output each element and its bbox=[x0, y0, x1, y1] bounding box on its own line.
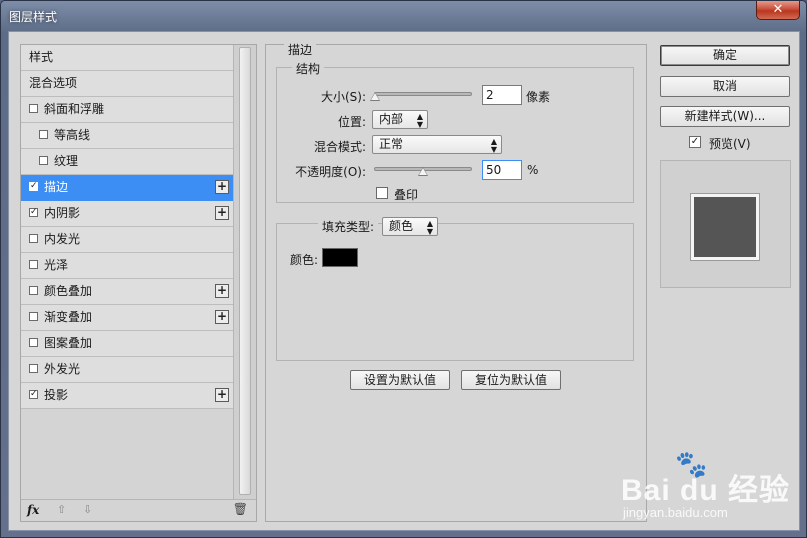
preview-thumbnail bbox=[691, 194, 759, 260]
style-item[interactable]: 混合选项 bbox=[21, 71, 233, 97]
style-item-checkbox[interactable] bbox=[29, 338, 38, 347]
styles-panel: 样式混合选项斜面和浮雕等高线纹理 ✓ 描边 + ✓ 内阴影 + 内发光光泽颜色叠加 + 渐变叠加 +… bbox=[20, 44, 257, 522]
title-bar[interactable]: 图层样式 ✕ bbox=[1, 1, 806, 33]
fill-type-label: 填充类型: bbox=[318, 218, 379, 235]
position-value: 内部 bbox=[379, 112, 404, 126]
style-item-checkbox[interactable] bbox=[29, 312, 38, 321]
style-item-label: 样式 bbox=[29, 50, 54, 64]
style-item[interactable]: 图案叠加 bbox=[21, 331, 233, 357]
style-item-checkbox[interactable] bbox=[29, 364, 38, 373]
style-item-label: 颜色叠加 bbox=[44, 284, 93, 298]
style-item-checkbox[interactable] bbox=[29, 104, 38, 113]
style-item-checkbox[interactable] bbox=[29, 234, 38, 243]
size-slider[interactable] bbox=[374, 92, 472, 96]
opacity-input[interactable]: 50 bbox=[482, 160, 522, 180]
preview-label: 预览(V) bbox=[709, 137, 751, 151]
size-unit: 像素 bbox=[526, 90, 551, 104]
blend-mode-select[interactable]: 正常 ▲ ▼ bbox=[372, 135, 502, 154]
style-item-label: 外发光 bbox=[44, 362, 81, 376]
fx-menu-button[interactable]: fx bbox=[27, 503, 39, 517]
add-effect-icon[interactable]: + bbox=[215, 206, 229, 220]
add-effect-icon[interactable]: + bbox=[215, 180, 229, 194]
style-item-checkbox[interactable] bbox=[29, 286, 38, 295]
style-item-checkbox[interactable]: ✓ bbox=[29, 182, 38, 191]
add-effect-icon[interactable]: + bbox=[215, 388, 229, 402]
styles-footer: fx ⇧ ⇩ 🗑 bbox=[21, 499, 256, 521]
preview-checkbox[interactable]: ✓ bbox=[689, 136, 701, 148]
fill-type-value: 颜色 bbox=[389, 219, 414, 233]
style-item[interactable]: 斜面和浮雕 bbox=[21, 97, 233, 123]
stroke-settings-panel: 描边 结构 大小(S): 2 像素 位置: 内部 ▲ ▼ 混合模式: 正常 ▲ ▼ … bbox=[265, 41, 647, 522]
opacity-slider-thumb[interactable] bbox=[418, 167, 428, 176]
ok-button[interactable]: 确定 bbox=[660, 45, 790, 66]
move-down-icon[interactable]: ⇩ bbox=[83, 503, 92, 516]
reset-default-button[interactable]: 复位为默认值 bbox=[461, 370, 561, 390]
opacity-unit: % bbox=[527, 163, 539, 177]
position-label: 位置: bbox=[337, 115, 366, 129]
close-button[interactable]: ✕ bbox=[756, 1, 800, 20]
layer-style-dialog: 图层样式 ✕ 样式 混合选项 斜面和浮雕 等高线 纹理 ✓ 描边 + ✓ 内阴影 + 内发光 光泽 颜色叠… bbox=[0, 0, 807, 538]
style-item-checkbox[interactable] bbox=[39, 156, 48, 165]
stroke-color-swatch[interactable] bbox=[322, 248, 358, 267]
watermark-url: jingyan.baidu.com bbox=[623, 505, 728, 520]
size-input[interactable]: 2 bbox=[482, 85, 522, 105]
position-select[interactable]: 内部 ▲ ▼ bbox=[372, 110, 428, 129]
size-label: 大小(S): bbox=[320, 90, 366, 104]
style-item[interactable]: 外发光 bbox=[21, 357, 233, 383]
style-list-scrollbar[interactable] bbox=[233, 45, 256, 500]
style-item[interactable]: 样式 bbox=[21, 45, 233, 71]
style-item[interactable]: ✓ 投影 + bbox=[21, 383, 233, 409]
style-item-label: 纹理 bbox=[54, 154, 79, 168]
style-item-label: 混合选项 bbox=[29, 76, 78, 90]
style-item-label: 内发光 bbox=[44, 232, 81, 246]
fill-group bbox=[276, 223, 634, 361]
style-item-label: 投影 bbox=[44, 388, 69, 402]
new-style-button[interactable]: 新建样式(W)... bbox=[660, 106, 790, 127]
style-item[interactable]: 颜色叠加 + bbox=[21, 279, 233, 305]
size-slider-thumb[interactable] bbox=[369, 92, 380, 101]
fill-type-select[interactable]: 颜色 ▲ ▼ bbox=[382, 217, 438, 236]
style-item-label: 内阴影 bbox=[44, 206, 81, 220]
style-item-checkbox[interactable] bbox=[39, 130, 48, 139]
style-item-label: 图案叠加 bbox=[44, 336, 93, 350]
style-item-checkbox[interactable] bbox=[29, 260, 38, 269]
blend-mode-value: 正常 bbox=[379, 137, 404, 151]
style-item[interactable]: ✓ 描边 + bbox=[21, 175, 233, 201]
style-item[interactable]: 内发光 bbox=[21, 227, 233, 253]
style-list: 样式混合选项斜面和浮雕等高线纹理 ✓ 描边 + ✓ 内阴影 + 内发光光泽颜色叠加 + 渐变叠加 +… bbox=[21, 45, 233, 409]
overprint-checkbox[interactable] bbox=[376, 187, 388, 199]
updown-icon: ▲ ▼ bbox=[416, 112, 423, 129]
baidu-jingyan-watermark: 🐾 Bai du 经验 jingyan.baidu.com bbox=[613, 449, 803, 529]
blend-mode-label: 混合模式: bbox=[313, 140, 366, 154]
style-item[interactable]: 纹理 bbox=[21, 149, 233, 175]
add-effect-icon[interactable]: + bbox=[215, 310, 229, 324]
structure-title: 结构 bbox=[292, 60, 325, 77]
overprint-label: 叠印 bbox=[394, 188, 419, 202]
style-item[interactable]: 光泽 bbox=[21, 253, 233, 279]
set-default-button[interactable]: 设置为默认值 bbox=[350, 370, 450, 390]
cancel-button[interactable]: 取消 bbox=[660, 76, 790, 97]
style-item-label: 光泽 bbox=[44, 258, 69, 272]
watermark-brand: Bai du 经验 bbox=[621, 474, 791, 507]
style-item[interactable]: ✓ 内阴影 + bbox=[21, 201, 233, 227]
style-item[interactable]: 等高线 bbox=[21, 123, 233, 149]
updown-icon: ▲ ▼ bbox=[426, 219, 433, 236]
style-item-checkbox[interactable]: ✓ bbox=[29, 208, 38, 217]
scrollbar-thumb[interactable] bbox=[239, 47, 251, 495]
style-item-label: 渐变叠加 bbox=[44, 310, 93, 324]
delete-effect-icon[interactable]: 🗑 bbox=[233, 502, 248, 516]
move-up-icon[interactable]: ⇧ bbox=[57, 503, 66, 516]
style-item-label: 斜面和浮雕 bbox=[44, 102, 105, 116]
style-item-label: 等高线 bbox=[54, 128, 91, 142]
updown-icon: ▲ ▼ bbox=[490, 137, 497, 154]
style-preview bbox=[660, 160, 791, 288]
window-title: 图层样式 bbox=[9, 10, 58, 24]
style-item-checkbox[interactable]: ✓ bbox=[29, 390, 38, 399]
opacity-label: 不透明度(O): bbox=[295, 165, 366, 179]
add-effect-icon[interactable]: + bbox=[215, 284, 229, 298]
style-item-label: 描边 bbox=[44, 180, 69, 194]
color-label: 颜色: bbox=[290, 253, 319, 267]
section-title: 描边 bbox=[284, 41, 317, 58]
style-item[interactable]: 渐变叠加 + bbox=[21, 305, 233, 331]
